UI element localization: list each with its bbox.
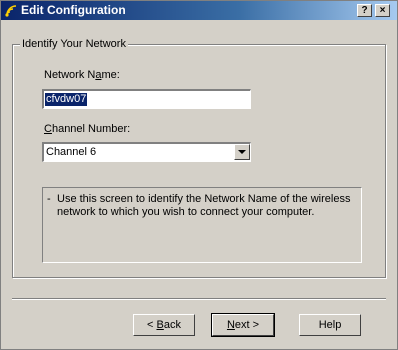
network-name-input[interactable]: cfvdw07 <box>42 89 251 109</box>
dropdown-button[interactable] <box>234 144 250 160</box>
group-legend: Identify Your Network <box>20 38 128 50</box>
button-separator <box>12 298 386 300</box>
chevron-down-icon <box>238 150 246 154</box>
info-panel: - Use this screen to identify the Networ… <box>42 187 362 263</box>
channel-number-label: Channel Number: <box>44 123 131 135</box>
channel-selected-value: Channel 6 <box>46 146 97 158</box>
next-button[interactable]: Next > <box>211 313 275 337</box>
wireless-signal-icon <box>4 3 20 18</box>
channel-number-select[interactable]: Channel 6 <box>42 142 251 162</box>
help-title-button[interactable]: ? <box>357 4 372 17</box>
edit-configuration-dialog: Edit Configuration ? × Identify Your Net… <box>0 0 398 350</box>
close-button[interactable]: × <box>375 4 390 17</box>
back-button[interactable]: < Back <box>133 314 195 336</box>
network-name-value: cfvdw07 <box>45 93 88 106</box>
title-bar[interactable]: Edit Configuration ? × <box>1 1 397 20</box>
info-text: Use this screen to identify the Network … <box>57 193 351 218</box>
info-bullet: - <box>47 193 51 205</box>
help-button[interactable]: Help <box>299 314 361 336</box>
window-title: Edit Configuration <box>21 3 126 17</box>
network-name-label: Network Name: <box>44 69 120 81</box>
